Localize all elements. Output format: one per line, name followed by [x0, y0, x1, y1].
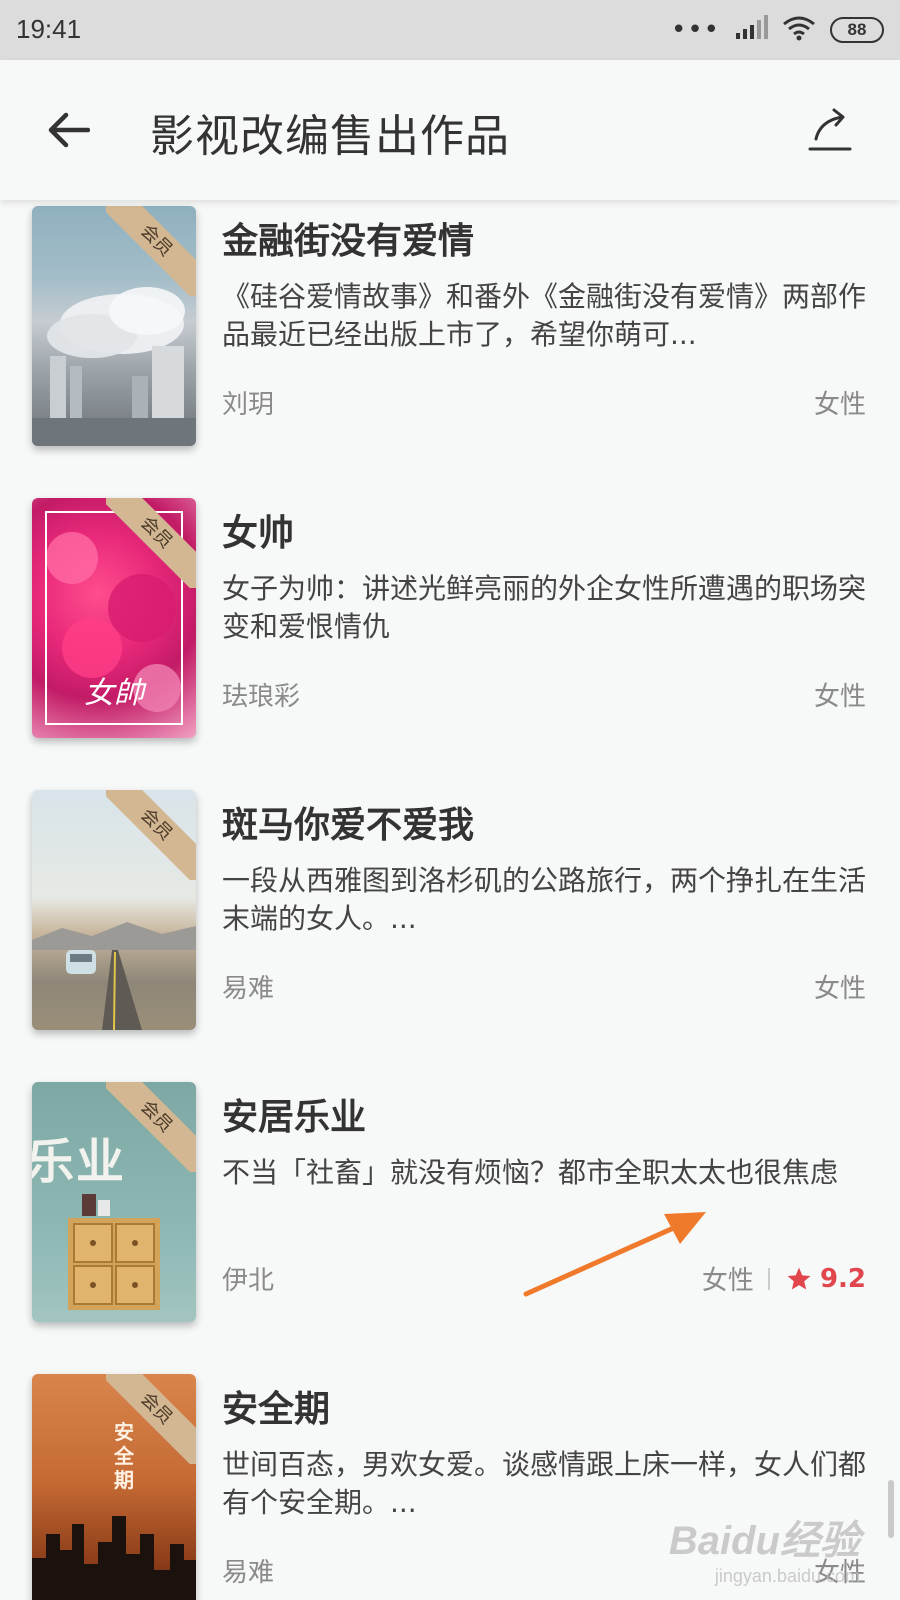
- book-cover[interactable]: 女帥 会员: [32, 498, 196, 738]
- book-title: 金融街没有爱情: [222, 221, 475, 262]
- book-author: 刘玥: [222, 390, 275, 420]
- book-cover[interactable]: 会员: [32, 790, 196, 1030]
- share-button[interactable]: [800, 100, 860, 160]
- vip-badge: 会员: [106, 498, 196, 588]
- watermark-logo: Baidu经验: [668, 1519, 860, 1563]
- book-description: 女子为帅：讲述光鲜亮丽的外企女性所遭遇的职场突变和爱恨情仇: [222, 572, 867, 643]
- book-author: 易难: [222, 974, 275, 1004]
- vip-badge: 会员: [106, 206, 196, 296]
- back-button[interactable]: [40, 102, 96, 158]
- vip-badge: 会员: [106, 1082, 196, 1172]
- book-title: 安全期: [222, 1389, 331, 1430]
- notification-dots-icon: •••: [670, 15, 720, 45]
- book-meta: 女性 9.2: [702, 1260, 866, 1297]
- book-list: 会员 金融街没有爱情 《硅谷爱情故事》和番外《金融街没有爱情》两部作品最近已经出…: [0, 200, 900, 1600]
- book-cover[interactable]: 会员: [32, 206, 196, 446]
- status-time: 19:41: [16, 14, 82, 44]
- book-item[interactable]: 乐业 会员 安居乐业 不当「社畜」就没有烦恼？都市全职太太也很焦虑 伊北 女性 …: [0, 1082, 900, 1374]
- book-meta: 女性: [814, 384, 866, 421]
- book-cover[interactable]: 安全期 会员: [32, 1374, 196, 1600]
- book-cover[interactable]: 乐业 会员: [32, 1082, 196, 1322]
- book-category: 女性: [701, 1266, 754, 1296]
- book-item[interactable]: 女帥 会员 女帅 女子为帅：讲述光鲜亮丽的外企女性所遭遇的职场突变和爱恨情仇 珐…: [0, 498, 900, 790]
- book-item[interactable]: 会员 金融街没有爱情 《硅谷爱情故事》和番外《金融街没有爱情》两部作品最近已经出…: [0, 206, 900, 498]
- book-description: 一段从西雅图到洛杉矶的公路旅行，两个挣扎在生活末端的女人。...: [222, 864, 867, 935]
- vip-badge: 会员: [106, 1374, 196, 1464]
- page-title: 影视改编售出作品: [150, 111, 510, 162]
- share-icon: [808, 108, 852, 151]
- meta-divider: [767, 1267, 770, 1290]
- vip-badge: 会员: [106, 790, 196, 880]
- book-description: 不当「社畜」就没有烦恼？都市全职太太也很焦虑: [222, 1156, 839, 1189]
- wifi-icon: [782, 15, 816, 45]
- status-bar: 19:41 ••• 88: [0, 0, 900, 60]
- book-meta: 女性: [814, 676, 866, 713]
- book-meta: 女性: [814, 968, 866, 1005]
- book-title: 斑马你爱不爱我: [222, 805, 475, 846]
- book-category: 女性: [813, 682, 866, 712]
- watermark: Baidu经验 jingyan.baidu.com: [669, 1508, 860, 1587]
- watermark-url: jingyan.baidu.com: [714, 1566, 860, 1586]
- book-author: 伊北: [222, 1266, 275, 1296]
- book-category: 女性: [813, 390, 866, 420]
- book-description: 《硅谷爱情故事》和番外《金融街没有爱情》两部作品最近已经出版上市了，希望你萌可.…: [222, 280, 867, 351]
- scrollbar-thumb[interactable]: [888, 1480, 894, 1538]
- status-icons: ••• 88: [671, 14, 884, 46]
- arrow-left-icon: [48, 112, 90, 148]
- signal-icon: [734, 15, 768, 45]
- book-rating: 9.2: [819, 1263, 866, 1294]
- book-item[interactable]: 会员 斑马你爱不爱我 一段从西雅图到洛杉矶的公路旅行，两个挣扎在生活末端的女人。…: [0, 790, 900, 1082]
- cover-text: 女帥: [84, 676, 144, 711]
- app-bar: 影视改编售出作品: [0, 60, 900, 200]
- book-title: 安居乐业: [222, 1097, 367, 1138]
- book-category: 女性: [813, 974, 866, 1004]
- book-author: 珐琅彩: [222, 682, 301, 712]
- book-title: 女帅: [222, 513, 295, 554]
- book-author: 易难: [222, 1558, 275, 1588]
- battery-indicator: 88: [830, 17, 884, 43]
- star-icon: [786, 1266, 812, 1292]
